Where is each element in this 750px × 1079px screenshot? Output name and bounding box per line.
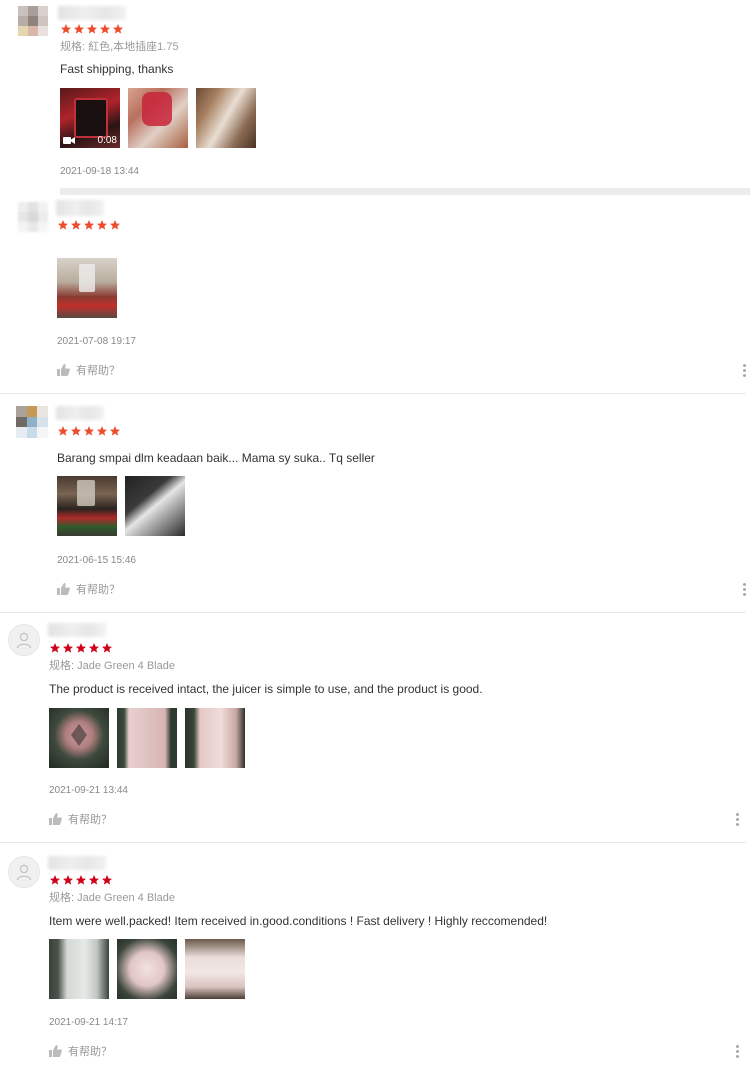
review-image-thumbnail[interactable]: [125, 476, 185, 536]
star-icon: [50, 875, 60, 885]
star-icon: [61, 24, 71, 34]
star-icon: [89, 875, 99, 885]
review-media: [57, 258, 125, 318]
user-icon: [16, 632, 32, 649]
star-icon: [63, 875, 73, 885]
review-item: 2021-07-08 19:17 有帮助？: [0, 196, 750, 394]
review-media: 0:08: [60, 88, 264, 148]
helpful-label: 有帮助？: [68, 1046, 112, 1058]
more-options-icon[interactable]: [742, 364, 746, 377]
review-image-thumbnail[interactable]: [49, 708, 109, 768]
star-icon: [102, 875, 112, 885]
review-image-thumbnail[interactable]: [57, 258, 117, 318]
helpful-button[interactable]: 有帮助？: [49, 1043, 112, 1059]
review-image-thumbnail[interactable]: [117, 708, 177, 768]
star-rating: [49, 642, 113, 654]
star-icon: [76, 875, 86, 885]
thumbs-up-icon: [49, 813, 62, 825]
variation-spec: 规格: Jade Green 4 Blade: [49, 892, 175, 904]
review-video-thumbnail[interactable]: 0:08: [60, 88, 120, 148]
review-item: 规格: Jade Green 4 Blade The product is re…: [0, 620, 750, 842]
star-icon: [110, 220, 120, 230]
review-comment: Barang smpai dlm keadaan baik... Mama sy…: [57, 451, 375, 465]
review-media: [49, 939, 253, 999]
reviewer-name: [48, 856, 106, 870]
star-icon: [50, 643, 60, 653]
helpful-label: 有帮助？: [76, 584, 120, 596]
star-icon: [84, 220, 94, 230]
star-icon: [113, 24, 123, 34]
more-options-icon[interactable]: [735, 1045, 739, 1058]
helpful-button[interactable]: 有帮助？: [49, 811, 112, 827]
star-icon: [97, 220, 107, 230]
review-date: 2021-09-21 14:17: [49, 1017, 128, 1028]
thumbs-up-icon: [57, 364, 70, 376]
reviewer-name: [58, 6, 126, 20]
star-icon: [102, 643, 112, 653]
star-icon: [100, 24, 110, 34]
star-rating: [60, 23, 124, 35]
star-rating: [57, 219, 121, 231]
section-separator: [60, 188, 750, 195]
more-options-icon[interactable]: [742, 583, 746, 596]
review-item: 规格: Jade Green 4 Blade Item were well.pa…: [0, 852, 750, 1079]
review-item: 规格: 紅色,本地插座1.75 Fast shipping, thanks 0:…: [0, 0, 750, 190]
avatar[interactable]: [16, 406, 48, 438]
star-icon: [71, 426, 81, 436]
review-image-thumbnail[interactable]: [196, 88, 256, 148]
star-icon: [58, 426, 68, 436]
review-date: 2021-09-21 13:44: [49, 785, 128, 796]
review-comment: The product is received intact, the juic…: [49, 682, 483, 696]
video-camera-icon: [63, 136, 75, 144]
review-image-thumbnail[interactable]: [128, 88, 188, 148]
reviewer-name: [48, 623, 106, 637]
review-image-thumbnail[interactable]: [185, 939, 245, 999]
avatar[interactable]: [8, 856, 40, 888]
review-image-thumbnail[interactable]: [117, 939, 177, 999]
star-rating: [57, 425, 121, 437]
review-divider: [0, 612, 746, 613]
review-date: 2021-06-15 15:46: [57, 555, 136, 566]
review-image-thumbnail[interactable]: [57, 476, 117, 536]
thumbs-up-icon: [49, 1045, 62, 1057]
review-date: 2021-07-08 19:17: [57, 336, 136, 347]
user-icon: [16, 864, 32, 881]
review-divider: [0, 842, 746, 843]
variation-spec: 规格: Jade Green 4 Blade: [49, 660, 175, 672]
helpful-button[interactable]: 有帮助？: [57, 581, 120, 597]
star-icon: [87, 24, 97, 34]
star-icon: [84, 426, 94, 436]
review-image-thumbnail[interactable]: [185, 708, 245, 768]
review-date: 2021-09-18 13:44: [60, 166, 139, 177]
avatar[interactable]: [18, 202, 48, 232]
review-comment: Item were well.packed! Item received in.…: [49, 914, 548, 928]
variation-spec: 规格: 紅色,本地插座1.75: [60, 41, 179, 53]
helpful-label: 有帮助？: [68, 814, 112, 826]
star-icon: [110, 426, 120, 436]
helpful-button[interactable]: 有帮助？: [57, 362, 120, 378]
review-comment: Fast shipping, thanks: [60, 62, 174, 76]
star-icon: [58, 220, 68, 230]
video-duration: 0:08: [97, 134, 117, 146]
avatar[interactable]: [8, 624, 40, 656]
avatar[interactable]: [18, 6, 48, 36]
reviewer-name: [56, 200, 104, 216]
star-icon: [74, 24, 84, 34]
review-item: Barang smpai dlm keadaan baik... Mama sy…: [0, 400, 750, 612]
more-options-icon[interactable]: [735, 813, 739, 826]
star-icon: [63, 643, 73, 653]
star-icon: [97, 426, 107, 436]
review-media: [57, 476, 193, 536]
star-icon: [71, 220, 81, 230]
thumbs-up-icon: [57, 583, 70, 595]
star-icon: [89, 643, 99, 653]
review-media: [49, 708, 253, 768]
review-divider: [0, 393, 746, 394]
review-image-thumbnail[interactable]: [49, 939, 109, 999]
star-icon: [76, 643, 86, 653]
reviewer-name: [56, 406, 104, 420]
helpful-label: 有帮助？: [76, 365, 120, 377]
star-rating: [49, 874, 113, 886]
